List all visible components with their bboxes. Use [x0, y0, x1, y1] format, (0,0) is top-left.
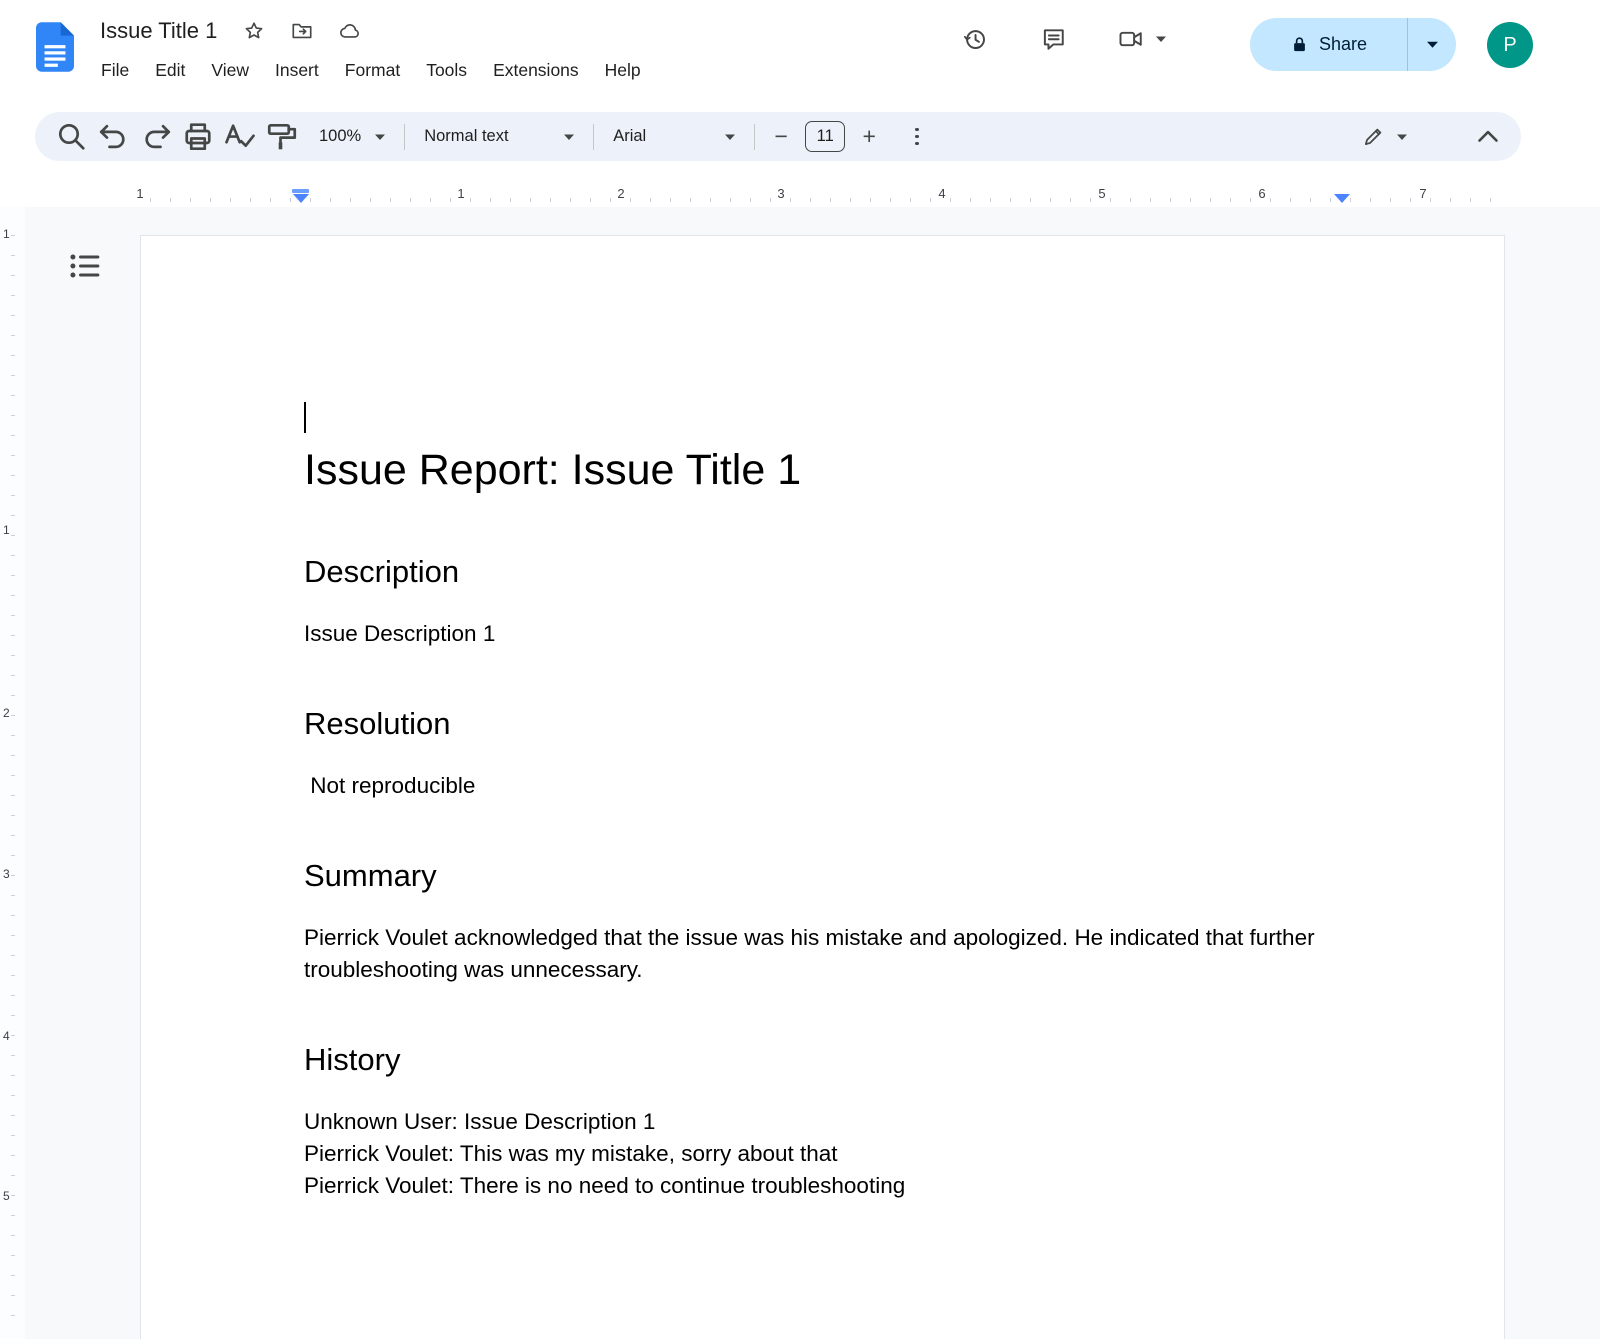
header-region: Issue Title 1 File Edit View Insert Form…: [0, 0, 1600, 207]
increase-font-size-button[interactable]: +: [852, 120, 886, 154]
ruler-label: 5: [3, 1189, 10, 1203]
empty-paragraph: [304, 402, 1344, 435]
paint-format-button[interactable]: [261, 119, 303, 155]
spellcheck-button[interactable]: [219, 119, 261, 155]
docs-logo-icon[interactable]: [36, 21, 74, 73]
ruler-label: 1: [136, 186, 143, 201]
section-heading-summary: Summary: [304, 856, 1344, 896]
ruler-label: 5: [1098, 186, 1105, 201]
chevron-down-icon: [1397, 134, 1407, 140]
undo-button[interactable]: [93, 119, 135, 155]
share-dropdown[interactable]: [1407, 18, 1456, 71]
editing-mode-select[interactable]: [1354, 121, 1415, 152]
history-line: Unknown User: Issue Description 1: [304, 1106, 1344, 1138]
share-button[interactable]: Share: [1250, 18, 1456, 71]
redo-button[interactable]: [135, 119, 177, 155]
more-toolbar-options-button[interactable]: [900, 120, 934, 154]
font-family-select[interactable]: Arial: [603, 123, 745, 150]
horizontal-ruler: 1 1 2 3 4 5 6 7: [0, 183, 1600, 207]
ruler-label: 7: [1419, 186, 1426, 201]
menu-bar: File Edit View Insert Format Tools Exten…: [88, 54, 654, 87]
move-folder-icon[interactable]: [291, 20, 313, 42]
text-cursor: [304, 402, 306, 433]
cloud-status-icon[interactable]: [339, 20, 361, 42]
section-heading-description: Description: [304, 552, 1344, 592]
section-heading-resolution: Resolution: [304, 704, 1344, 744]
menu-view[interactable]: View: [198, 54, 262, 87]
pencil-icon: [1362, 125, 1385, 148]
video-camera-icon: [1118, 26, 1144, 52]
section-body-resolution: Not reproducible: [304, 770, 1344, 802]
print-button[interactable]: [177, 119, 219, 155]
menu-help[interactable]: Help: [592, 54, 654, 87]
first-line-indent-handle[interactable]: [292, 189, 309, 193]
ruler-label: 1: [457, 186, 464, 201]
decrease-font-size-button[interactable]: −: [764, 120, 798, 154]
left-indent-marker[interactable]: [292, 189, 309, 203]
document-title-text: Issue Report: Issue Title 1: [304, 443, 1344, 498]
chevron-down-icon: [1156, 36, 1166, 42]
ruler-label: 3: [3, 867, 10, 881]
toolbar-separator: [754, 124, 755, 150]
ruler-label: 6: [1258, 186, 1265, 201]
version-history-icon[interactable]: [962, 26, 988, 52]
paragraph-style-value: Normal text: [424, 127, 508, 146]
paragraph-style-select[interactable]: Normal text: [414, 123, 584, 150]
account-avatar[interactable]: P: [1487, 22, 1533, 68]
hide-menus-button[interactable]: [1471, 120, 1505, 154]
document-name[interactable]: Issue Title 1: [100, 18, 217, 44]
chevron-down-icon: [725, 134, 735, 140]
section-body-description: Issue Description 1: [304, 618, 1344, 650]
vertical-ruler: 1 1 2 3 4 5: [0, 207, 25, 1339]
zoom-select[interactable]: 100%: [309, 123, 395, 150]
ruler-ticks: [11, 235, 15, 1335]
show-outline-button[interactable]: [66, 248, 102, 284]
section-body-summary: Pierrick Voulet acknowledged that the is…: [304, 922, 1344, 986]
ruler-label: 1: [3, 227, 10, 241]
share-label: Share: [1319, 34, 1367, 55]
font-size-input[interactable]: 11: [805, 121, 845, 152]
menu-tools[interactable]: Tools: [413, 54, 480, 87]
title-row: Issue Title 1: [100, 15, 387, 47]
comments-icon[interactable]: [1040, 26, 1066, 52]
right-indent-marker[interactable]: [1334, 194, 1350, 203]
lock-icon: [1290, 35, 1309, 54]
toolbar-separator: [404, 124, 405, 150]
menu-extensions[interactable]: Extensions: [480, 54, 592, 87]
toolbar: 100% Normal text Arial − 11 +: [35, 112, 1521, 161]
avatar-initial: P: [1503, 34, 1516, 57]
right-indent-handle[interactable]: [1334, 194, 1350, 203]
chevron-down-icon: [564, 134, 574, 140]
ruler-ticks: [150, 198, 1496, 202]
font-family-value: Arial: [613, 127, 646, 146]
header-actions: [962, 26, 1166, 52]
menu-format[interactable]: Format: [332, 54, 413, 87]
chevron-down-icon: [375, 134, 385, 140]
ruler-label: 4: [3, 1029, 10, 1043]
ruler-label: 4: [938, 186, 945, 201]
ruler-label: 2: [617, 186, 624, 201]
chevron-down-icon: [1427, 41, 1438, 48]
document-page[interactable]: Issue Report: Issue Title 1 Description …: [140, 235, 1505, 1339]
meet-call-control[interactable]: [1118, 26, 1166, 52]
section-heading-history: History: [304, 1040, 1344, 1080]
ruler-label: 2: [3, 706, 10, 720]
toolbar-separator: [593, 124, 594, 150]
share-main[interactable]: Share: [1250, 18, 1407, 71]
ruler-label: 1: [3, 523, 10, 537]
menu-file[interactable]: File: [88, 54, 142, 87]
search-menus-button[interactable]: [51, 119, 93, 155]
history-line: Pierrick Voulet: This was my mistake, so…: [304, 1138, 1344, 1170]
star-icon[interactable]: [243, 20, 265, 42]
history-line: Pierrick Voulet: There is no need to con…: [304, 1170, 1344, 1202]
left-indent-handle[interactable]: [293, 194, 309, 203]
menu-insert[interactable]: Insert: [262, 54, 332, 87]
menu-edit[interactable]: Edit: [142, 54, 198, 87]
ruler-label: 3: [777, 186, 784, 201]
zoom-value: 100%: [319, 127, 361, 146]
